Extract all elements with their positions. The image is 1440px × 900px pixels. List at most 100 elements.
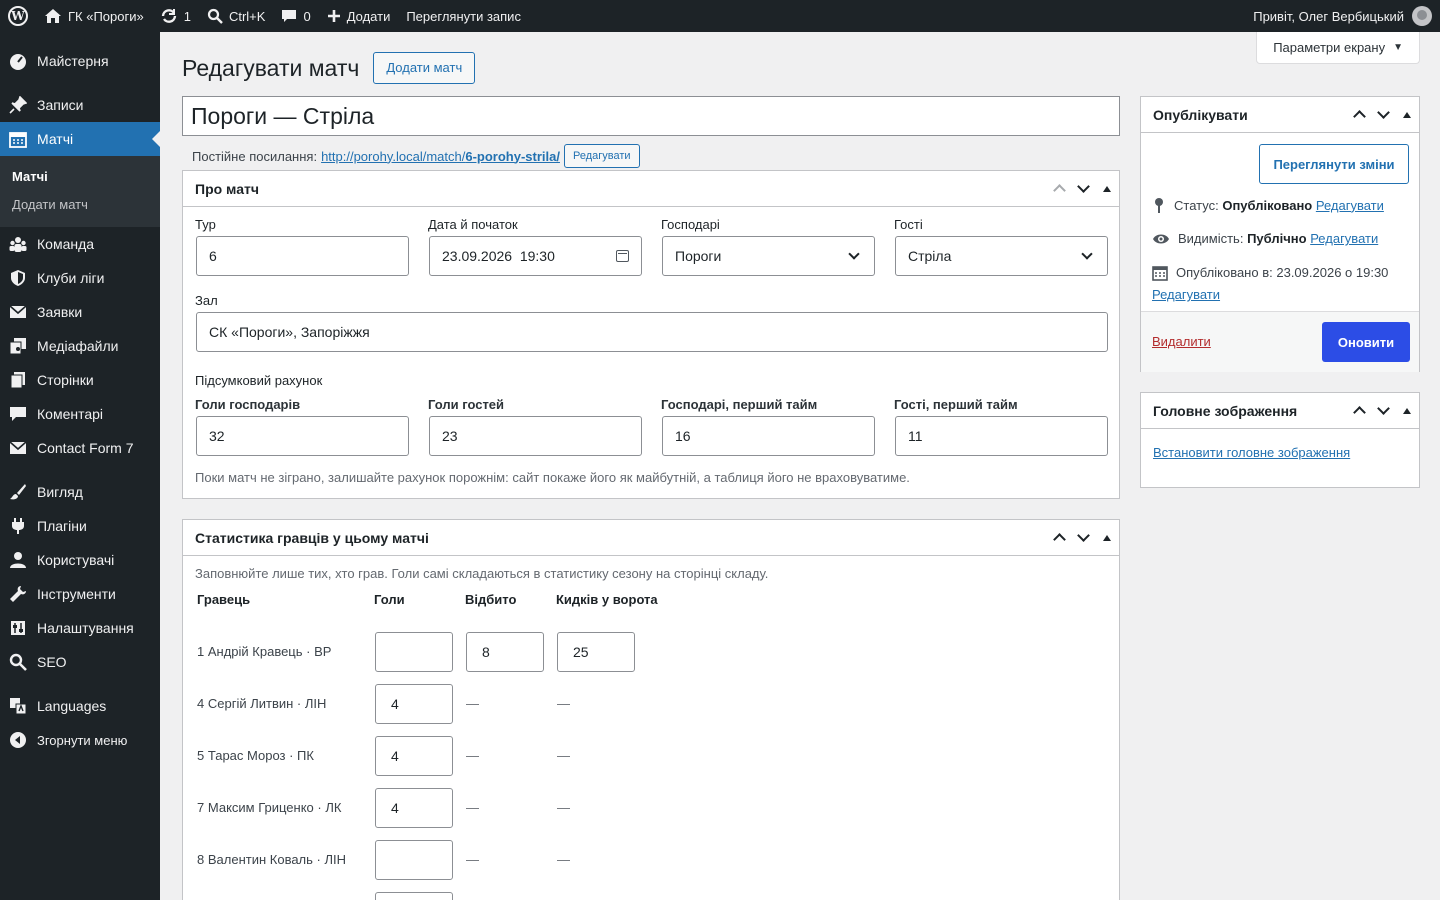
move-down-button[interactable] bbox=[1071, 171, 1095, 207]
toggle-panel-button[interactable] bbox=[1395, 97, 1419, 133]
player-name: Сергій Литвин · ЛІН bbox=[207, 696, 327, 711]
page-icon bbox=[8, 370, 28, 390]
home-halftime-input[interactable]: 16 bbox=[662, 416, 875, 456]
preview-changes-button[interactable]: Переглянути зміни bbox=[1259, 144, 1409, 184]
move-up-button[interactable] bbox=[1047, 171, 1071, 207]
player-shots-input[interactable]: 25 bbox=[557, 632, 635, 672]
submenu-item-matches[interactable]: Матчі bbox=[0, 163, 160, 191]
update-button[interactable]: Оновити bbox=[1322, 322, 1410, 362]
home-halftime-value: 16 bbox=[675, 428, 691, 444]
round-input[interactable]: 6 bbox=[196, 236, 409, 276]
permalink-url[interactable]: http://porohy.local/match/6-porohy-stril… bbox=[321, 149, 560, 164]
menu-item-plugins[interactable]: Плагіни bbox=[0, 509, 160, 543]
home-icon bbox=[45, 9, 61, 23]
search-shortcut[interactable]: Ctrl+K bbox=[199, 0, 273, 32]
new-content-link[interactable]: Додати bbox=[319, 0, 399, 32]
updates-link[interactable]: 1 bbox=[152, 0, 199, 32]
permalink-label: Постійне посилання: bbox=[192, 148, 318, 164]
submenu-item-add-match[interactable]: Додати матч bbox=[0, 191, 160, 219]
triangle-up-icon bbox=[1403, 407, 1411, 414]
menu-item-dashboard[interactable]: Майстерня bbox=[0, 44, 160, 78]
menu-item-applications[interactable]: Заявки bbox=[0, 295, 160, 329]
triangle-up-icon bbox=[1403, 111, 1411, 118]
search-icon bbox=[207, 8, 223, 24]
shield-icon bbox=[8, 268, 28, 288]
player-number: 4 bbox=[197, 696, 205, 711]
menu-item-comments[interactable]: Коментарі bbox=[0, 397, 160, 431]
delete-link[interactable]: Видалити bbox=[1152, 334, 1211, 349]
menu-item-settings[interactable]: Налаштування bbox=[0, 611, 160, 645]
set-featured-image-link[interactable]: Встановити головне зображення bbox=[1153, 445, 1350, 460]
menu-item-users[interactable]: Користувачі bbox=[0, 543, 160, 577]
submenu-matches: Матчі Додати матч bbox=[0, 156, 160, 227]
menu-item-contact-form-7[interactable]: Contact Form 7 bbox=[0, 431, 160, 465]
away-goals-input[interactable]: 23 bbox=[429, 416, 642, 456]
comments-link[interactable]: 0 bbox=[273, 0, 318, 32]
wrench-icon bbox=[8, 584, 28, 604]
move-up-button[interactable] bbox=[1347, 393, 1371, 429]
chevron-up-icon bbox=[1052, 184, 1066, 197]
away-halftime-input[interactable]: 11 bbox=[895, 416, 1108, 456]
venue-input[interactable]: СК «Пороги», Запоріжжя bbox=[196, 312, 1108, 352]
screen-options-toggle[interactable]: Параметри екрану ▼ bbox=[1256, 32, 1420, 64]
edit-status-link[interactable]: Редагувати bbox=[1316, 198, 1384, 213]
calendar-icon[interactable] bbox=[616, 250, 629, 262]
view-post-link[interactable]: Переглянути запис bbox=[398, 0, 529, 32]
player-stats-hint: Заповнюйте лише тих, хто грав. Голи самі… bbox=[195, 566, 769, 581]
site-name-link[interactable]: ГК «Пороги» bbox=[36, 0, 152, 32]
post-title-input[interactable]: Пороги — Стріла bbox=[182, 96, 1120, 136]
menu-item-seo[interactable]: SEO bbox=[0, 645, 160, 679]
search-icon bbox=[8, 652, 28, 672]
player-goals-input[interactable] bbox=[375, 840, 453, 880]
menu-item-languages[interactable]: Languages bbox=[0, 689, 160, 723]
brush-icon bbox=[8, 482, 28, 502]
player-goals-input[interactable]: 4 bbox=[375, 736, 453, 776]
add-match-button[interactable]: Додати матч bbox=[373, 52, 476, 84]
toggle-panel-button[interactable] bbox=[1095, 171, 1119, 207]
menu-item-media[interactable]: Медіафайли bbox=[0, 329, 160, 363]
move-down-button[interactable] bbox=[1371, 97, 1395, 133]
table-row-label: 5 Тарас Мороз · ПК bbox=[197, 748, 314, 763]
calendar-icon bbox=[1152, 266, 1168, 281]
menu-item-posts[interactable]: Записи bbox=[0, 88, 160, 122]
table-row-label: 4 Сергій Литвин · ЛІН bbox=[197, 696, 326, 711]
menu-item-matches[interactable]: Матчі bbox=[0, 122, 160, 156]
player-goals-input[interactable] bbox=[375, 632, 453, 672]
move-up-button[interactable] bbox=[1047, 520, 1071, 556]
move-down-button[interactable] bbox=[1371, 393, 1395, 429]
menu-item-team[interactable]: Команда bbox=[0, 227, 160, 261]
menu-item-league-clubs[interactable]: Клуби ліги bbox=[0, 261, 160, 295]
player-name: Тарас Мороз · ПК bbox=[207, 748, 314, 763]
edit-visibility-link[interactable]: Редагувати bbox=[1310, 231, 1378, 246]
player-shots-empty: — bbox=[557, 800, 570, 815]
wordpress-logo[interactable]: W bbox=[0, 0, 36, 32]
toggle-panel-button[interactable] bbox=[1095, 520, 1119, 556]
edit-date-link[interactable]: Редагувати bbox=[1152, 287, 1220, 302]
date-input[interactable]: 23.09.2026 19:30 bbox=[429, 236, 642, 276]
player-goals-input[interactable]: 4 bbox=[375, 788, 453, 828]
move-up-button[interactable] bbox=[1347, 97, 1371, 133]
player-stats-header: Статистика гравців у цьому матчі bbox=[183, 520, 1119, 556]
chevron-up-icon bbox=[1352, 406, 1366, 419]
menu-item-pages[interactable]: Сторінки bbox=[0, 363, 160, 397]
home-goals-input[interactable]: 32 bbox=[196, 416, 409, 456]
player-saves-empty: — bbox=[466, 748, 479, 763]
menu-label: Користувачі bbox=[37, 552, 115, 568]
menu-item-tools[interactable]: Інструменти bbox=[0, 577, 160, 611]
collapse-menu-button[interactable]: Згорнути меню bbox=[0, 723, 160, 757]
player-name: Максим Гриценко · ЛК bbox=[207, 800, 342, 815]
toggle-panel-button[interactable] bbox=[1395, 393, 1419, 429]
home-team-select[interactable]: Пороги bbox=[662, 236, 875, 276]
status-label: Статус: bbox=[1174, 197, 1219, 213]
permalink-edit-button[interactable]: Редагувати bbox=[563, 144, 640, 168]
email-icon bbox=[8, 302, 28, 322]
my-account[interactable]: Привіт, Олег Вербицький bbox=[1253, 6, 1440, 26]
home-halftime-label: Господарі, перший тайм bbox=[661, 397, 818, 412]
player-saves-empty: — bbox=[466, 852, 479, 867]
player-goals-input[interactable]: 5 bbox=[375, 892, 453, 900]
player-goals-input[interactable]: 4 bbox=[375, 684, 453, 724]
menu-item-appearance[interactable]: Вигляд bbox=[0, 475, 160, 509]
away-team-select[interactable]: Стріла bbox=[895, 236, 1108, 276]
move-down-button[interactable] bbox=[1071, 520, 1095, 556]
player-saves-input[interactable]: 8 bbox=[466, 632, 544, 672]
